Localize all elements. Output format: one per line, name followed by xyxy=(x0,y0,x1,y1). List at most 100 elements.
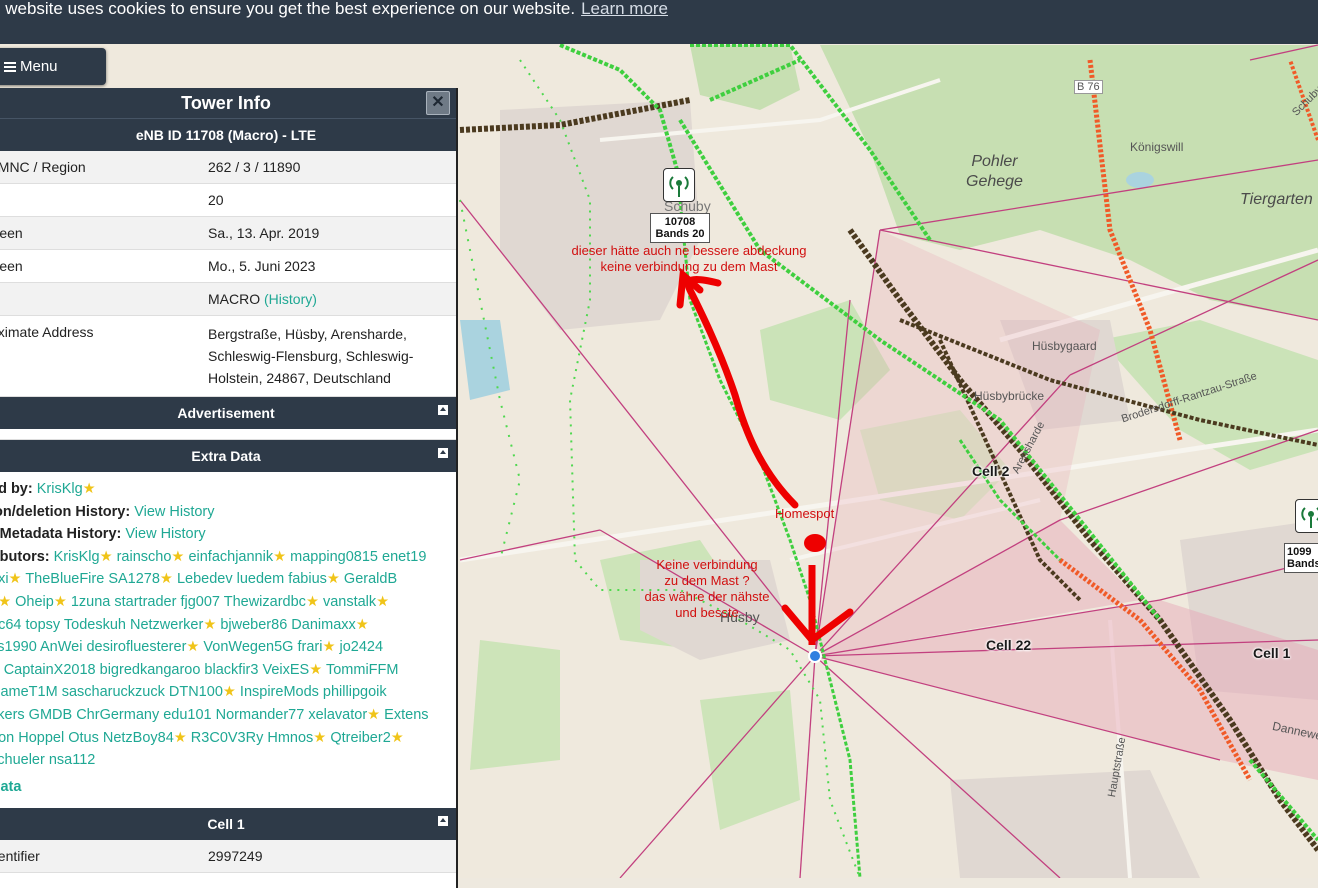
data-link[interactable]: Data xyxy=(0,779,21,795)
hamburger-icon xyxy=(4,60,16,74)
info-key: oximate Address xyxy=(0,324,94,340)
info-key: dentifier xyxy=(0,848,40,865)
cookie-banner: s website uses cookies to ensure you get… xyxy=(0,0,1318,44)
contributor-line[interactable]: ckers GMDB ChrGermany edu101 Normander77… xyxy=(0,707,429,723)
star-icon: ★ xyxy=(8,571,22,588)
type-history-link[interactable]: (History) xyxy=(264,291,317,307)
advertisement-header[interactable]: Advertisement xyxy=(0,397,456,429)
tower-bands-label: Bands 20 xyxy=(655,228,705,240)
place-koenigswill: Königswill xyxy=(1130,140,1184,154)
cell-2-label[interactable]: Cell 2 xyxy=(972,463,1009,479)
contributor-line[interactable]: K CaptainX2018 bigredkangaroo blackfir3 … xyxy=(0,662,398,678)
contributors-label: ributors: xyxy=(0,548,50,565)
star-icon: ★ xyxy=(367,706,381,723)
star-icon: ★ xyxy=(53,593,67,610)
info-value: MACRO (History) xyxy=(208,283,456,315)
star-icon: ★ xyxy=(186,639,200,656)
contributor-line[interactable]: uxi★ TheBlueFire SA1278★ Lebedev luedem … xyxy=(0,571,397,587)
info-row: / MNC / Region 262 / 3 / 11890 xyxy=(0,151,456,184)
star-icon: ★ xyxy=(326,571,340,588)
created-by-label: ed by: xyxy=(0,481,33,497)
info-row: Seen Mo., 5. Juni 2023 xyxy=(0,250,456,283)
star-icon: ★ xyxy=(159,571,173,588)
panel-title: Tower Info xyxy=(181,93,271,113)
info-value: 2997249 xyxy=(208,848,263,865)
star-icon: ★ xyxy=(222,684,236,701)
tower-marker-label[interactable]: 10708 Bands 20 xyxy=(650,213,710,243)
tower-id-label: 1099 xyxy=(1287,546,1312,558)
extra-data-body: ed by: KrisKlg★ ion/deletion History: Vi… xyxy=(0,472,456,806)
info-key: / MNC / Region xyxy=(0,159,86,175)
cell-1-header[interactable]: Cell 1 xyxy=(0,808,456,841)
menu-label: Menu xyxy=(20,58,58,75)
collapse-icon[interactable] xyxy=(438,816,448,827)
info-row: s 20 xyxy=(0,184,456,217)
deletion-history-link[interactable]: View History xyxy=(134,504,214,520)
place-huesbygaard: Hüsbygaard xyxy=(1032,339,1097,353)
tower-marker-icon[interactable] xyxy=(1295,499,1318,533)
tower-marker-icon[interactable] xyxy=(663,168,695,202)
star-icon: ★ xyxy=(309,661,323,678)
learn-more-link[interactable]: Learn more xyxy=(581,0,668,18)
star-icon: ★ xyxy=(313,729,327,746)
contributor-line[interactable]: ss1990 AnWei desirofluesterer★ VonWegen5… xyxy=(0,639,383,655)
tower-id-label: 10708 xyxy=(664,216,696,228)
metadata-history-label: r Metadata History: xyxy=(0,526,122,543)
info-row: Seen Sa., 13. Apr. 2019 xyxy=(0,217,456,250)
contributor-line[interactable]: KrisKlg★ rainscho★ einfachjannik★ mappin… xyxy=(54,549,427,565)
annotation-bottom: Keine verbindung zu dem Mast ? das währe… xyxy=(644,557,770,620)
metadata-history-link[interactable]: View History xyxy=(125,526,205,542)
creator-link[interactable]: KrisKlg xyxy=(37,481,83,497)
info-row: oximate Address Bergstraße, Hüsby, Arens… xyxy=(0,316,456,397)
info-key: Seen xyxy=(0,258,23,274)
cell-1-label[interactable]: Cell 1 xyxy=(1253,645,1290,661)
star-icon: ★ xyxy=(99,548,113,565)
extra-data-header[interactable]: Extra Data xyxy=(0,440,456,472)
cookie-text: s website uses cookies to ensure you get… xyxy=(0,0,576,18)
advertisement-body xyxy=(0,429,456,440)
contributor-line[interactable]: oc64 topsy Todeskuh Netzwerker★ bjweber8… xyxy=(0,617,369,633)
star-icon: ★ xyxy=(273,548,287,565)
info-value: Sa., 13. Apr. 2019 xyxy=(208,225,320,241)
info-key: Seen xyxy=(0,225,23,241)
contributor-line[interactable]: NameT1M sascharuckzuck DTN100★ InspireMo… xyxy=(0,684,387,700)
star-icon: ★ xyxy=(82,481,96,497)
collapse-icon[interactable] xyxy=(438,405,448,415)
tower-type: MACRO xyxy=(208,291,261,307)
tower-info-panel: Tower Info ✕ eNB ID 11708 (Macro) - LTE … xyxy=(0,88,458,888)
close-button[interactable]: ✕ xyxy=(426,91,450,115)
panel-header: Tower Info ✕ xyxy=(0,88,456,118)
info-key xyxy=(0,283,208,315)
place-tiergarten: Tiergarten xyxy=(1240,191,1313,208)
info-value: 262 / 3 / 11890 xyxy=(208,159,301,175)
star-icon: ★ xyxy=(376,593,390,610)
close-icon: ✕ xyxy=(431,94,445,111)
deletion-history-label: ion/deletion History: xyxy=(0,503,131,520)
contributor-line[interactable]: schueler nsa112 xyxy=(0,752,95,768)
info-row: MACRO (History) xyxy=(0,283,456,316)
menu-button[interactable]: Menu xyxy=(0,48,106,85)
tower-marker-label-2[interactable]: 1099 Bands xyxy=(1284,543,1318,573)
panel-subtitle: eNB ID 11708 (Macro) - LTE xyxy=(0,118,456,151)
contributor-line[interactable]: eon Hoppel Otus NetzBoy84★ R3C0V3Ry Hmno… xyxy=(0,730,404,746)
info-value: 20 xyxy=(208,192,224,208)
annotation-homespot: Homespot xyxy=(775,506,835,521)
star-icon: ★ xyxy=(390,729,404,746)
extra-data-title: Extra Data xyxy=(191,448,261,464)
star-icon: ★ xyxy=(0,594,11,610)
info-value: Bergstraße, Hüsby, Arensharde, Schleswig… xyxy=(208,326,414,386)
info-row: dentifier 2997249 xyxy=(0,840,456,874)
cell-1-title: Cell 1 xyxy=(207,816,245,833)
star-icon: ★ xyxy=(305,593,319,610)
star-icon: ★ xyxy=(173,729,187,746)
star-icon: ★ xyxy=(355,616,369,633)
advertisement-title: Advertisement xyxy=(177,405,275,421)
contributor-line[interactable]: 7★ Oheip★ 1zuna startrader fjg007 Thewiz… xyxy=(0,594,389,610)
star-icon: ★ xyxy=(322,639,336,656)
place-pohler-gehege: Pohler Gehege xyxy=(966,153,1023,190)
collapse-icon[interactable] xyxy=(438,448,448,458)
star-icon: ★ xyxy=(203,616,217,633)
cell-22-label[interactable]: Cell 22 xyxy=(986,637,1031,653)
annotation-top: dieser hätte auch ne bessere abdeckung k… xyxy=(571,243,807,274)
place-huesbybruecke: Hüsbybrücke xyxy=(974,389,1045,403)
